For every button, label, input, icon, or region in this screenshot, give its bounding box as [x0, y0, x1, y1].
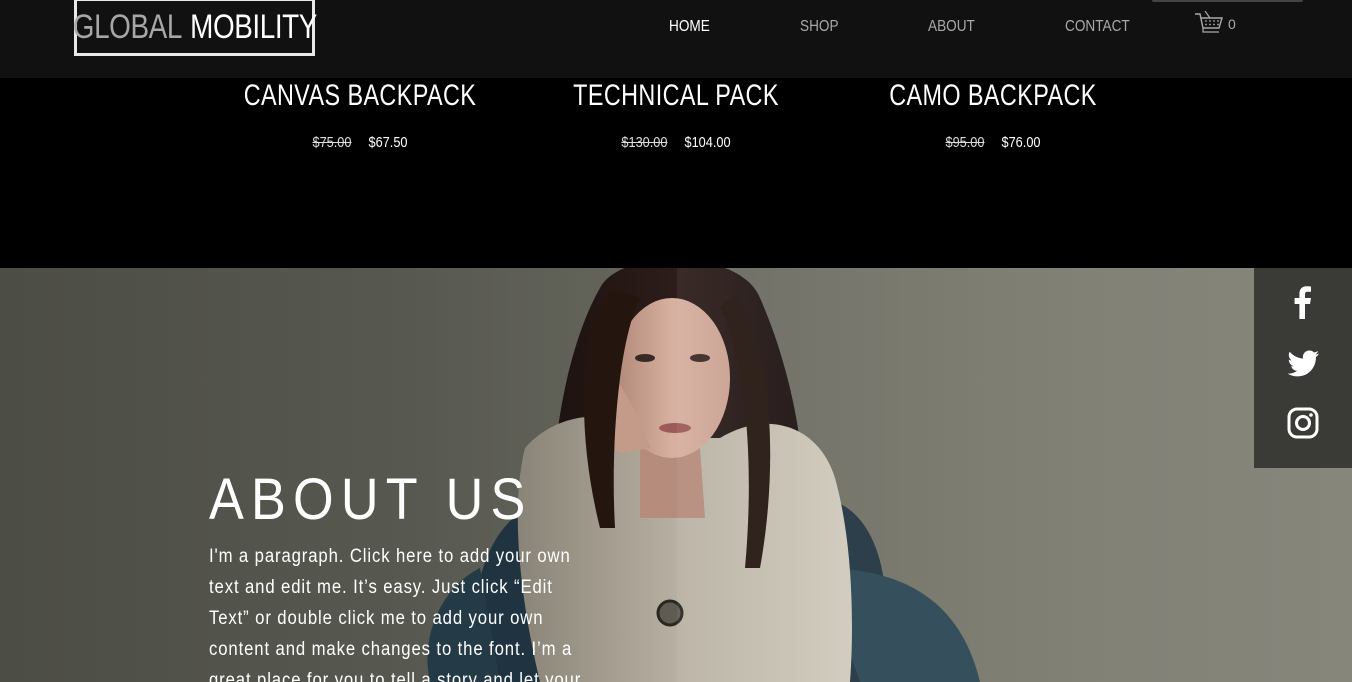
- facebook-link[interactable]: [1285, 285, 1321, 321]
- old-price: $130.00: [621, 134, 668, 151]
- about-title: ABOUT US: [209, 467, 533, 532]
- cart-count: 0: [1228, 16, 1236, 32]
- about-section: ABOUT US I'm a paragraph. Click here to …: [0, 268, 1352, 682]
- nav-home[interactable]: HOME: [669, 18, 710, 36]
- product-card[interactable]: TECHNICAL PACK $130.00 $104.00: [526, 78, 826, 151]
- twitter-link[interactable]: [1285, 345, 1321, 381]
- nav-about[interactable]: ABOUT: [928, 18, 975, 36]
- sale-price: $67.50: [368, 134, 408, 151]
- sale-price: $76.00: [1001, 134, 1041, 151]
- product-card[interactable]: CANVAS BACKPACK $75.00 $67.50: [210, 78, 510, 151]
- model-photo: [427, 268, 1352, 682]
- cart-icon: [1195, 11, 1223, 33]
- old-price: $75.00: [312, 134, 352, 151]
- product-title[interactable]: CAMO BACKPACK: [876, 78, 1110, 114]
- instagram-link[interactable]: [1285, 405, 1321, 441]
- product-title[interactable]: CANVAS BACKPACK: [243, 78, 477, 114]
- sale-price: $104.00: [684, 134, 731, 151]
- product-prices: $130.00 $104.00: [549, 134, 804, 151]
- product-gallery: CANVAS BACKPACK $75.00 $67.50 TECHNICAL …: [0, 78, 1352, 268]
- nav-contact[interactable]: CONTACT: [1065, 18, 1130, 36]
- social-bar: [1254, 268, 1352, 468]
- product-prices: $95.00 $76.00: [866, 134, 1121, 151]
- product-prices: $75.00 $67.50: [233, 134, 488, 151]
- logo-word-global: GLOBAL: [72, 7, 182, 46]
- instagram-icon: [1287, 407, 1319, 439]
- logo-word-mobility: MOBILITY: [189, 7, 317, 46]
- twitter-icon: [1287, 350, 1319, 377]
- site-logo[interactable]: GLOBAL MOBILITY: [72, 0, 317, 56]
- old-price: $95.00: [945, 134, 985, 151]
- facebook-icon: [1294, 286, 1311, 319]
- product-card[interactable]: CAMO BACKPACK $95.00 $76.00: [843, 78, 1143, 151]
- about-paragraph: I'm a paragraph. Click here to add your …: [209, 546, 582, 682]
- cart-button[interactable]: 0: [1194, 11, 1236, 37]
- login-bar-edge: [1152, 0, 1303, 2]
- product-title[interactable]: TECHNICAL PACK: [559, 78, 793, 114]
- site-header: GLOBAL MOBILITY HOME SHOP ABOUT CONTACT 0: [0, 0, 1352, 78]
- nav-shop[interactable]: SHOP: [800, 18, 839, 36]
